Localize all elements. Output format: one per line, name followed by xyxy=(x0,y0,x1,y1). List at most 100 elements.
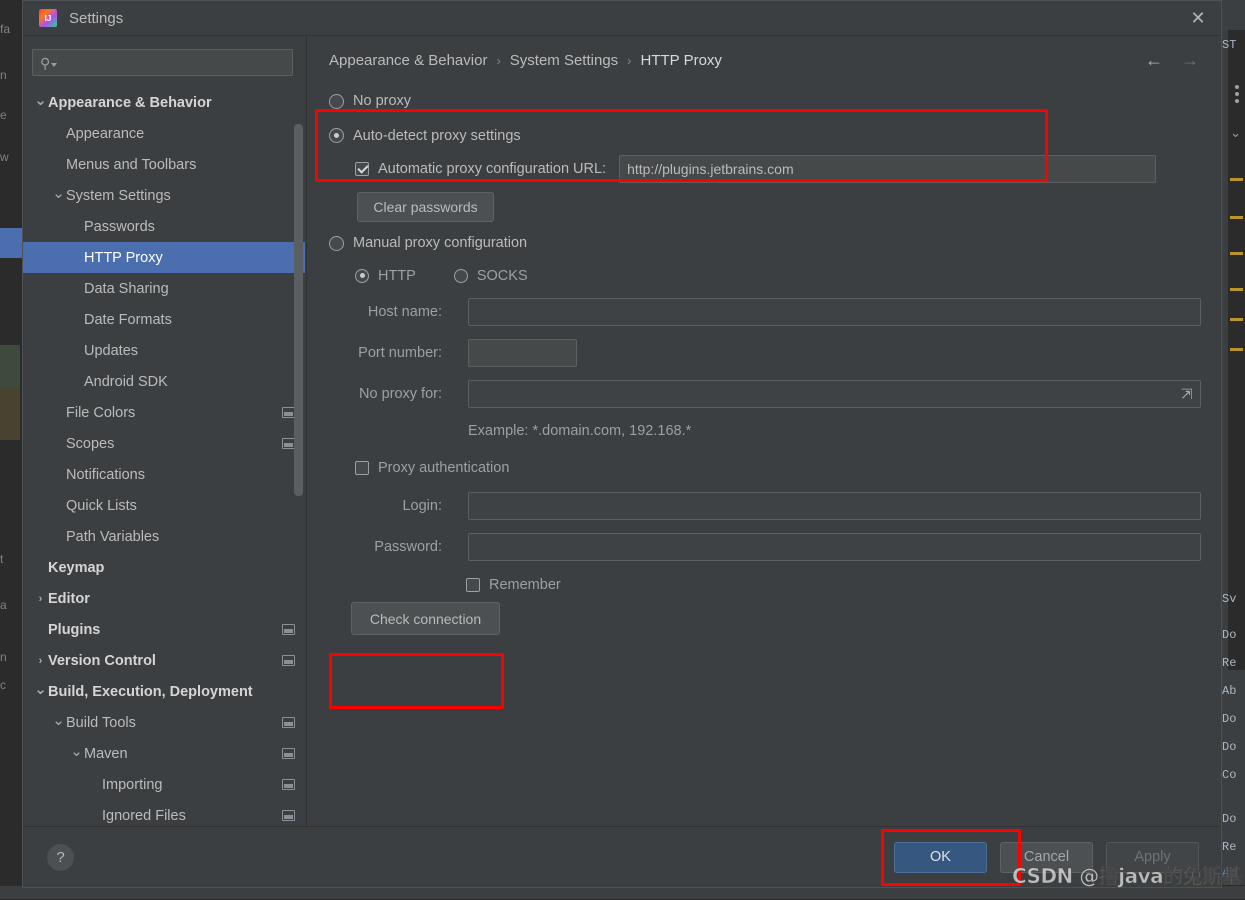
chevron-down-icon[interactable]: ⌄ xyxy=(51,184,66,202)
search-box[interactable]: ⚲ xyxy=(32,49,293,76)
sidebar-item-file-colors[interactable]: File Colors xyxy=(23,397,305,428)
password-label: Password: xyxy=(329,539,442,555)
background-code-marker xyxy=(1230,178,1243,181)
remember-checkbox[interactable] xyxy=(466,578,480,592)
breadcrumb-part: HTTP Proxy xyxy=(641,52,722,69)
sidebar-item-ignored-files[interactable]: Ignored Files xyxy=(23,800,305,826)
http-label: HTTP xyxy=(378,268,416,284)
sidebar-item-date-formats[interactable]: Date Formats xyxy=(23,304,305,335)
sidebar-item-http-proxy[interactable]: HTTP Proxy xyxy=(23,242,305,273)
sidebar-item-importing[interactable]: Importing xyxy=(23,769,305,800)
expand-diagonal-icon[interactable]: ⇱ xyxy=(1181,386,1193,403)
clear-passwords-button[interactable]: Clear passwords xyxy=(357,192,494,222)
breadcrumb-part[interactable]: System Settings xyxy=(510,52,618,69)
sidebar-item-label: File Colors xyxy=(66,405,135,421)
breadcrumb: Appearance & Behavior › System Settings … xyxy=(329,36,1201,81)
sidebar-item-editor[interactable]: ›Editor xyxy=(23,583,305,614)
port-number-input[interactable] xyxy=(469,340,577,366)
socks-radio[interactable] xyxy=(454,269,468,283)
no-proxy-for-input[interactable] xyxy=(468,380,1201,408)
background-right-link[interactable]: Ab xyxy=(1222,866,1245,880)
sidebar-item-updates[interactable]: Updates xyxy=(23,335,305,366)
project-scope-icon xyxy=(282,810,295,821)
proxy-auth-checkbox[interactable] xyxy=(355,461,369,475)
pac-url-checkbox[interactable] xyxy=(355,162,369,176)
sidebar-item-label: Plugins xyxy=(48,622,100,638)
password-input[interactable] xyxy=(468,533,1201,561)
pac-url-input[interactable] xyxy=(619,155,1156,183)
sidebar-item-notifications[interactable]: Notifications xyxy=(23,459,305,490)
search-icon: ⚲ xyxy=(40,56,50,70)
manual-proxy-row[interactable]: Manual proxy configuration xyxy=(329,228,1201,258)
http-radio[interactable] xyxy=(355,269,369,283)
sidebar-item-path-variables[interactable]: Path Variables xyxy=(23,521,305,552)
chevron-down-icon xyxy=(51,63,57,67)
host-name-row: Host name: xyxy=(329,293,1201,331)
settings-content-pane: Appearance & Behavior › System Settings … xyxy=(306,36,1221,826)
sidebar-item-system-settings[interactable]: ⌄System Settings xyxy=(23,180,305,211)
proxy-auth-row: Proxy authentication xyxy=(329,449,1201,487)
background-left-text: n xyxy=(0,68,22,82)
project-scope-icon xyxy=(282,779,295,790)
settings-dialog: Settings ✕ ⚲ ⌄Appearance & BehaviorAppea… xyxy=(22,0,1222,888)
arrow-right-icon[interactable]: → xyxy=(1181,50,1199,71)
chevron-down-icon[interactable]: ⌄ xyxy=(69,742,84,760)
search-input[interactable] xyxy=(61,55,285,70)
no-proxy-radio[interactable] xyxy=(329,94,344,109)
port-number-row: Port number: xyxy=(329,331,1201,375)
background-right-text: Ab xyxy=(1222,684,1245,698)
sidebar-item-label: Appearance xyxy=(66,126,144,142)
sidebar-item-menus-and-toolbars[interactable]: Menus and Toolbars xyxy=(23,149,305,180)
sidebar-item-data-sharing[interactable]: Data Sharing xyxy=(23,273,305,304)
sidebar-item-label: Maven xyxy=(84,746,128,762)
chevron-right-icon[interactable]: › xyxy=(33,655,48,667)
dialog-footer: ? OK Cancel Apply xyxy=(23,826,1221,887)
sidebar-item-label: Updates xyxy=(84,343,138,359)
no-proxy-row[interactable]: No proxy xyxy=(329,86,1201,116)
sidebar-item-build-execution-deployment[interactable]: ⌄Build, Execution, Deployment xyxy=(23,676,305,707)
sidebar-item-label: System Settings xyxy=(66,188,171,204)
apply-button[interactable]: Apply xyxy=(1106,842,1199,873)
sidebar-item-build-tools[interactable]: ⌄Build Tools xyxy=(23,707,305,738)
sidebar-item-maven[interactable]: ⌄Maven xyxy=(23,738,305,769)
project-scope-icon xyxy=(282,748,295,759)
sidebar-item-keymap[interactable]: Keymap xyxy=(23,552,305,583)
host-name-input[interactable] xyxy=(468,298,1201,326)
search-container: ⚲ xyxy=(23,36,305,84)
ok-button[interactable]: OK xyxy=(894,842,987,873)
sidebar-item-passwords[interactable]: Passwords xyxy=(23,211,305,242)
background-right-text: Sv xyxy=(1222,592,1245,606)
sidebar-item-quick-lists[interactable]: Quick Lists xyxy=(23,490,305,521)
arrow-left-icon[interactable]: ← xyxy=(1145,50,1163,71)
sidebar-item-label: Scopes xyxy=(66,436,114,452)
auto-detect-radio[interactable] xyxy=(329,128,344,143)
chevron-down-icon[interactable]: ⌄ xyxy=(33,680,48,698)
breadcrumb-nav: ← → xyxy=(1145,50,1201,71)
cancel-button[interactable]: Cancel xyxy=(1000,842,1093,873)
sidebar-item-plugins[interactable]: Plugins xyxy=(23,614,305,645)
chevron-right-icon[interactable]: › xyxy=(33,593,48,605)
sidebar-item-android-sdk[interactable]: Android SDK xyxy=(23,366,305,397)
sidebar-item-label: Date Formats xyxy=(84,312,172,328)
port-number-spinner[interactable] xyxy=(468,339,577,367)
check-connection-button[interactable]: Check connection xyxy=(351,602,500,635)
manual-proxy-radio[interactable] xyxy=(329,236,344,251)
example-text: Example: *.domain.com, 192.168.* xyxy=(468,423,691,439)
breadcrumb-separator: › xyxy=(496,53,500,68)
remember-label: Remember xyxy=(489,577,561,593)
dialog-title: Settings xyxy=(69,10,123,27)
sidebar-item-scopes[interactable]: Scopes xyxy=(23,428,305,459)
host-name-label: Host name: xyxy=(329,304,442,320)
sidebar-item-label: Data Sharing xyxy=(84,281,169,297)
sidebar-item-appearance-behavior[interactable]: ⌄Appearance & Behavior xyxy=(23,87,305,118)
breadcrumb-part[interactable]: Appearance & Behavior xyxy=(329,52,487,69)
sidebar-item-version-control[interactable]: ›Version Control xyxy=(23,645,305,676)
close-icon[interactable]: ✕ xyxy=(1175,1,1221,35)
sidebar-scrollbar[interactable] xyxy=(294,124,303,496)
help-button[interactable]: ? xyxy=(47,844,74,871)
chevron-down-icon[interactable]: ⌄ xyxy=(51,711,66,729)
auto-detect-row[interactable]: Auto-detect proxy settings xyxy=(329,119,1201,152)
sidebar-item-appearance[interactable]: Appearance xyxy=(23,118,305,149)
chevron-down-icon[interactable]: ⌄ xyxy=(33,91,48,109)
login-input[interactable] xyxy=(468,492,1201,520)
